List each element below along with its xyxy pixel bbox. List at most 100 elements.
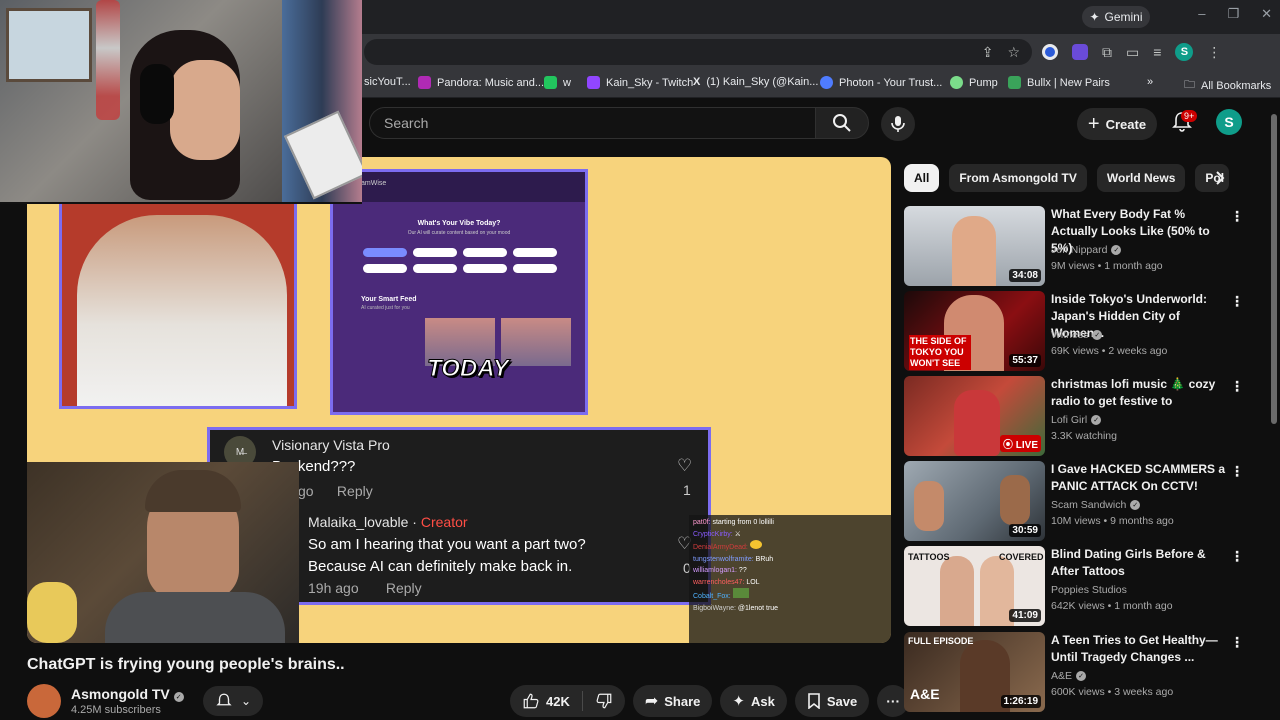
extensions-puzzle-icon[interactable]: ⧉ (1102, 44, 1112, 61)
recommendation-item[interactable]: THE SIDE OF TOKYO YOU WON'T SEE 55:37 In… (904, 291, 1256, 371)
search-input[interactable]: Search (369, 107, 815, 139)
channel-name[interactable]: Witness (1051, 329, 1088, 341)
more-horizontal-icon: ··· (886, 693, 901, 709)
video-meta: 600K views • 3 weeks ago (1051, 686, 1174, 698)
channel-line: A&E ✓ (1051, 670, 1087, 682)
channel-name[interactable]: Lofi Girl (1051, 414, 1087, 426)
video-title[interactable]: I Gave HACKED SCAMMERS a PANIC ATTACK On… (1051, 461, 1229, 495)
channel-name[interactable]: Jeff Nippard (1051, 244, 1107, 256)
bookmark-item[interactable]: Photon - Your Trust... (820, 76, 942, 89)
chat-text: LOL (746, 578, 760, 586)
bookmark-label: Kain_Sky - Twitch (606, 76, 694, 89)
recommendation-item[interactable]: FULL EPISODE A&E 1:26:19 A Teen Tries to… (904, 632, 1256, 712)
profile-avatar[interactable]: S (1175, 43, 1194, 61)
chat-user: pat0f: (693, 519, 711, 526)
menu-kebab-icon[interactable]: ⋮ (1207, 44, 1221, 61)
chip-from-channel[interactable]: From Asmongold TV (949, 164, 1087, 192)
dislike-button[interactable] (583, 685, 625, 717)
streamer-webcam-bottom (27, 462, 299, 643)
bookmark-item[interactable]: sicYouT... (364, 76, 411, 88)
more-bookmarks-button[interactable]: » (1147, 76, 1153, 88)
share-button[interactable]: ➦ Share (632, 685, 713, 717)
chip-world-news[interactable]: World News (1096, 164, 1186, 192)
video-duration: 34:08 (1009, 269, 1041, 282)
chat-user: BigboiWayne: (693, 604, 736, 612)
app-subheading: Our AI will curate content based on your… (407, 230, 511, 236)
chevron-right-icon (1216, 171, 1225, 185)
minimize-button[interactable]: – (1198, 6, 1205, 22)
recommendation-item[interactable]: ⦿ LIVE christmas lofi music 🎄 cozy radio… (904, 376, 1256, 456)
chip-all[interactable]: All (904, 164, 940, 192)
channel-name[interactable]: Scam Sandwich (1051, 499, 1126, 511)
chat-user: CrypticKirby: (693, 530, 733, 538)
video-meta: 3.3K watching (1051, 430, 1117, 442)
kebab-menu-icon[interactable]: ⋮ (1230, 634, 1244, 651)
save-button[interactable]: Save (794, 685, 870, 717)
notification-bell-subscribed-button[interactable]: ⌄ (203, 686, 263, 716)
chat-user: Cobalt_Fox: (693, 593, 731, 600)
bookmark-item[interactable]: Pandora: Music and... (418, 76, 544, 89)
streamer-webcam-overlay (0, 0, 362, 204)
video-thumbnail[interactable]: TATTOOS COVERED 41:09 (904, 546, 1045, 626)
install-app-icon[interactable]: ⇪ (982, 44, 994, 61)
bookmark-item[interactable]: X (1) Kain_Sky (@Kain... (693, 76, 818, 88)
video-duration: 30:59 (1009, 524, 1041, 537)
channel-name[interactable]: Poppies Studios (1051, 584, 1127, 596)
address-bar[interactable]: ⇪ ☆ (364, 39, 1032, 65)
extension-purple-icon[interactable] (1072, 44, 1088, 60)
all-bookmarks-button[interactable]: 🗀 All Bookmarks (1184, 76, 1271, 95)
channel-name[interactable]: A&E (1051, 670, 1072, 682)
voice-search-button[interactable] (881, 107, 915, 141)
bookmark-label: w (563, 76, 571, 89)
extension-blue-icon[interactable] (1042, 44, 1058, 60)
video-title[interactable]: Blind Dating Girls Before & After Tattoo… (1051, 546, 1229, 580)
video-title[interactable]: A Teen Tries to Get Healthy— Until Trage… (1051, 632, 1229, 666)
recommendation-item[interactable]: 34:08 What Every Body Fat % Actually Loo… (904, 206, 1256, 286)
tab-search-icon[interactable]: ▭ (1126, 44, 1139, 61)
kebab-menu-icon[interactable]: ⋮ (1230, 548, 1244, 565)
close-window-button[interactable]: ✕ (1261, 6, 1272, 22)
kebab-menu-icon[interactable]: ⋮ (1230, 208, 1244, 225)
thumbnail-figure (954, 390, 1000, 456)
christmas-lights (96, 0, 120, 120)
bookmark-item[interactable]: Pump (950, 76, 998, 89)
restore-button[interactable]: ❐ (1227, 6, 1239, 22)
kebab-menu-icon[interactable]: ⋮ (1230, 463, 1244, 480)
pump-icon (950, 76, 963, 89)
page-scrollbar[interactable] (1270, 102, 1278, 720)
media-controls-icon[interactable]: ≡ (1153, 44, 1161, 60)
channel-name[interactable]: Asmongold TV ✓ (71, 686, 184, 702)
chips-next-button[interactable] (1210, 168, 1230, 188)
video-thumbnail[interactable]: THE SIDE OF TOKYO YOU WON'T SEE 55:37 (904, 291, 1045, 371)
ask-button[interactable]: ✦ Ask (720, 685, 787, 717)
video-title[interactable]: christmas lofi music 🎄 cozy radio to get… (1051, 376, 1229, 410)
video-player[interactable]: amWise What's Your Vibe Today? Our AI wi… (27, 157, 891, 643)
recommendation-item[interactable]: 30:59 I Gave HACKED SCAMMERS a PANIC ATT… (904, 461, 1256, 541)
search-button[interactable] (815, 107, 869, 139)
like-button[interactable]: 42K (510, 685, 582, 717)
thumbnail-text: COVERED (999, 552, 1044, 562)
bookmark-star-icon[interactable]: ☆ (1007, 44, 1020, 61)
streamer-hair (145, 470, 241, 512)
thumbs-up-icon (523, 693, 539, 709)
chevron-double-right-icon: » (1147, 76, 1154, 88)
bookmark-item[interactable]: Kain_Sky - Twitch (587, 76, 693, 89)
recommendation-item[interactable]: TATTOOS COVERED 41:09 Blind Dating Girls… (904, 546, 1256, 626)
reply-line: So am I hearing that you want a part two… (308, 536, 586, 553)
filter-chips: All From Asmongold TV World News Pol (904, 164, 1230, 192)
notification-badge: 9+ (1181, 110, 1198, 122)
kebab-menu-icon[interactable]: ⋮ (1230, 378, 1244, 395)
video-thumbnail[interactable]: 34:08 (904, 206, 1045, 286)
bookmark-item[interactable]: Bullx | New Pairs (1008, 76, 1110, 89)
account-avatar[interactable]: S (1216, 109, 1242, 135)
video-thumbnail[interactable]: ⦿ LIVE (904, 376, 1045, 456)
bookmark-item[interactable]: w (544, 76, 571, 89)
gemini-button[interactable]: ✦ Gemini (1082, 6, 1150, 28)
channel-avatar[interactable] (27, 684, 61, 718)
feed-title: Your Smart Feed (361, 296, 417, 303)
video-thumbnail[interactable]: FULL EPISODE A&E 1:26:19 (904, 632, 1045, 712)
create-button[interactable]: + Create (1077, 108, 1157, 140)
kebab-menu-icon[interactable]: ⋮ (1230, 293, 1244, 310)
video-thumbnail[interactable]: 30:59 (904, 461, 1045, 541)
scrollbar-thumb[interactable] (1271, 114, 1277, 424)
